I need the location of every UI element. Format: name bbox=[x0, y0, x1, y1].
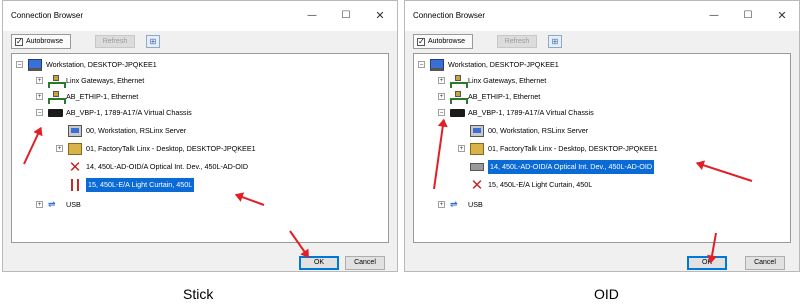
connection-browser-window-oid: Connection Browser — ☐ ✕ ✓ Autobrowse Re… bbox=[404, 0, 800, 272]
close-button[interactable]: ✕ bbox=[371, 9, 389, 23]
minimize-button[interactable]: — bbox=[303, 9, 321, 23]
workstation-icon bbox=[430, 59, 444, 71]
network-icon bbox=[48, 91, 66, 104]
title-bar: Connection Browser — ☐ ✕ bbox=[3, 1, 397, 31]
autobrowse-checkbox[interactable]: ✓ bbox=[417, 38, 425, 46]
tree-item-label: 15, 450L-E/A Light Curtain, 450L bbox=[488, 180, 593, 189]
device-tree[interactable]: − Workstation, DESKTOP-JPQKEE1 + Linx Ga… bbox=[11, 53, 389, 243]
toolbar: ✓ Autobrowse Refresh ⊞ bbox=[11, 34, 389, 50]
tree-item-label: Linx Gateways, Ethernet bbox=[66, 76, 145, 85]
expand-toggle[interactable]: + bbox=[438, 93, 445, 100]
collapse-toggle[interactable]: − bbox=[16, 61, 23, 68]
tree-item-label: 15, 450L-E/A Light Curtain, 450L bbox=[86, 178, 195, 192]
device-error-icon: ✕ bbox=[470, 176, 484, 194]
tree-item-label: Linx Gateways, Ethernet bbox=[468, 76, 547, 85]
chassis-icon bbox=[48, 109, 63, 117]
tree-item-label: AB_ETHIP-1, Ethernet bbox=[468, 92, 541, 101]
network-icon bbox=[48, 75, 66, 88]
maximize-button[interactable]: ☐ bbox=[337, 9, 355, 23]
maximize-button[interactable]: ☐ bbox=[739, 9, 757, 23]
tree-item-label: Workstation, DESKTOP-JPQKEE1 bbox=[46, 60, 157, 69]
autobrowse-checkbox[interactable]: ✓ bbox=[15, 38, 23, 46]
window-title: Connection Browser bbox=[11, 11, 84, 20]
caption-oid: OID bbox=[594, 286, 619, 302]
toolbar: ✓ Autobrowse Refresh ⊞ bbox=[413, 34, 791, 50]
tree-item-label: 00, Workstation, RSLinx Server bbox=[86, 126, 187, 135]
title-bar: Connection Browser — ☐ ✕ bbox=[405, 1, 799, 31]
workstation-icon bbox=[28, 59, 42, 71]
expand-toggle[interactable]: + bbox=[438, 201, 445, 208]
tree-item-label: 01, FactoryTalk Linx - Desktop, DESKTOP-… bbox=[488, 144, 658, 153]
autobrowse-toggle[interactable]: ✓ Autobrowse bbox=[11, 34, 71, 49]
collapse-toggle[interactable]: − bbox=[36, 109, 43, 116]
network-icon bbox=[450, 91, 468, 104]
window-title: Connection Browser bbox=[413, 11, 486, 20]
optical-sensor-icon bbox=[470, 163, 484, 171]
tree-item-label: Workstation, DESKTOP-JPQKEE1 bbox=[448, 60, 559, 69]
device-tree[interactable]: − Workstation, DESKTOP-JPQKEE1 + Linx Ga… bbox=[413, 53, 791, 243]
collapse-toggle[interactable]: − bbox=[418, 61, 425, 68]
expand-toggle[interactable]: + bbox=[36, 77, 43, 84]
tree-view-icon[interactable]: ⊞ bbox=[146, 35, 160, 48]
refresh-button[interactable]: Refresh bbox=[497, 35, 537, 48]
tree-item-label: 01, FactoryTalk Linx - Desktop, DESKTOP-… bbox=[86, 144, 256, 153]
tree-item-label: USB bbox=[66, 200, 81, 209]
tree-item-label: USB bbox=[468, 200, 483, 209]
autobrowse-label: Autobrowse bbox=[428, 38, 465, 45]
chassis-icon bbox=[450, 109, 465, 117]
tree-item-label: AB_VBP-1, 1789-A17/A Virtual Chassis bbox=[66, 108, 192, 117]
expand-toggle[interactable]: + bbox=[438, 77, 445, 84]
refresh-button[interactable]: Refresh bbox=[95, 35, 135, 48]
collapse-toggle[interactable]: − bbox=[438, 109, 445, 116]
autobrowse-toggle[interactable]: ✓ Autobrowse bbox=[413, 34, 473, 49]
tree-view-icon[interactable]: ⊞ bbox=[548, 35, 562, 48]
expand-toggle[interactable]: + bbox=[36, 201, 43, 208]
minimize-button[interactable]: — bbox=[705, 9, 723, 23]
light-curtain-icon bbox=[68, 179, 82, 191]
usb-icon: ⇌ bbox=[450, 200, 458, 210]
workstation-icon bbox=[470, 125, 484, 137]
tree-item-label: 14, 450L-AD-OID/A Optical Int. Dev., 450… bbox=[86, 162, 249, 171]
workstation-icon bbox=[68, 125, 82, 137]
expand-toggle[interactable]: + bbox=[56, 145, 63, 152]
cancel-button[interactable]: Cancel bbox=[745, 256, 785, 270]
tree-item-label: AB_ETHIP-1, Ethernet bbox=[66, 92, 139, 101]
expand-toggle[interactable]: + bbox=[458, 145, 465, 152]
usb-icon: ⇌ bbox=[48, 200, 56, 210]
tree-item-label: 14, 450L-AD-OID/A Optical Int. Dev., 450… bbox=[488, 160, 655, 174]
cancel-button[interactable]: Cancel bbox=[345, 256, 385, 270]
factorytalk-icon bbox=[68, 143, 82, 155]
connection-browser-window-stick: Connection Browser — ☐ ✕ ✓ Autobrowse Re… bbox=[2, 0, 398, 272]
expand-toggle[interactable]: + bbox=[36, 93, 43, 100]
tree-item-label: 00, Workstation, RSLinx Server bbox=[488, 126, 589, 135]
tree-item-label: AB_VBP-1, 1789-A17/A Virtual Chassis bbox=[468, 108, 594, 117]
close-button[interactable]: ✕ bbox=[773, 9, 791, 23]
autobrowse-label: Autobrowse bbox=[26, 38, 63, 45]
caption-stick: Stick bbox=[183, 286, 214, 302]
device-error-icon: ✕ bbox=[68, 158, 82, 176]
network-icon bbox=[450, 75, 468, 88]
factorytalk-icon bbox=[470, 143, 484, 155]
